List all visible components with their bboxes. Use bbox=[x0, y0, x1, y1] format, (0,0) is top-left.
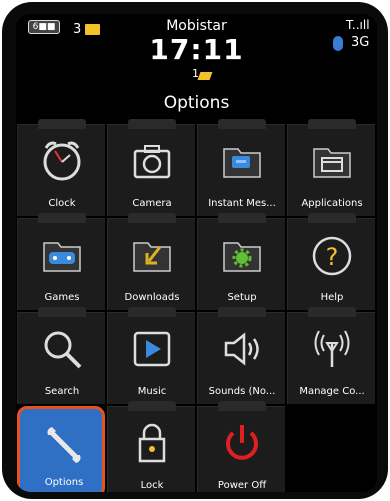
page-title: Options bbox=[163, 93, 230, 113]
clock-time: 17:11 bbox=[149, 33, 244, 66]
app-lock[interactable]: Lock bbox=[107, 401, 195, 492]
lock-icon bbox=[138, 423, 166, 463]
music-icon bbox=[133, 331, 171, 367]
bluetooth-icon bbox=[333, 36, 343, 51]
carrier-name: Mobistar bbox=[166, 18, 227, 34]
power-off-icon bbox=[226, 425, 258, 460]
svg-text:?: ? bbox=[326, 243, 339, 271]
app-sounds[interactable]: Sounds (No... bbox=[197, 307, 285, 404]
camera-icon bbox=[133, 145, 171, 179]
help-icon: ? bbox=[312, 236, 352, 276]
app-games[interactable]: Games bbox=[17, 213, 105, 310]
app-applications[interactable]: Applications bbox=[287, 119, 375, 216]
home-screen: 6■■ 3 Mobistar 17:11 1 T..ıll 3G Options bbox=[16, 14, 377, 492]
app-music[interactable]: Music bbox=[107, 307, 195, 404]
app-options[interactable]: Options bbox=[17, 406, 105, 492]
app-grid: Clock Camera Instant Mes... Applications… bbox=[17, 119, 377, 492]
app-clock[interactable]: Clock bbox=[17, 119, 105, 216]
app-help[interactable]: ? Help bbox=[287, 213, 375, 310]
clock-icon bbox=[43, 141, 81, 181]
manage-connections-icon bbox=[314, 330, 350, 367]
network-type: 3G bbox=[351, 35, 370, 50]
status-bar: 6■■ 3 Mobistar 17:11 1 T..ıll 3G Options bbox=[16, 14, 377, 124]
app-setup[interactable]: Setup bbox=[197, 213, 285, 310]
options-icon bbox=[47, 427, 81, 463]
games-icon bbox=[43, 242, 81, 272]
app-camera[interactable]: Camera bbox=[107, 119, 195, 216]
app-search[interactable]: Search bbox=[17, 307, 105, 404]
app-downloads[interactable]: Downloads bbox=[107, 213, 195, 310]
app-power-off[interactable]: Power Off bbox=[197, 401, 285, 492]
app-manage-connections[interactable]: Manage Co... bbox=[287, 307, 375, 404]
device-frame: 6■■ 3 Mobistar 17:11 1 T..ıll 3G Options bbox=[2, 2, 388, 499]
signal-strength: T..ıll bbox=[346, 18, 370, 32]
app-instant-messaging[interactable]: Instant Mes... bbox=[197, 119, 285, 216]
downloads-icon bbox=[133, 242, 171, 272]
setup-icon bbox=[223, 242, 261, 272]
applications-icon bbox=[313, 148, 351, 178]
notification-icon[interactable] bbox=[197, 72, 213, 80]
search-icon bbox=[44, 331, 82, 369]
sounds-icon bbox=[224, 332, 259, 366]
instant-messaging-icon bbox=[223, 148, 261, 178]
